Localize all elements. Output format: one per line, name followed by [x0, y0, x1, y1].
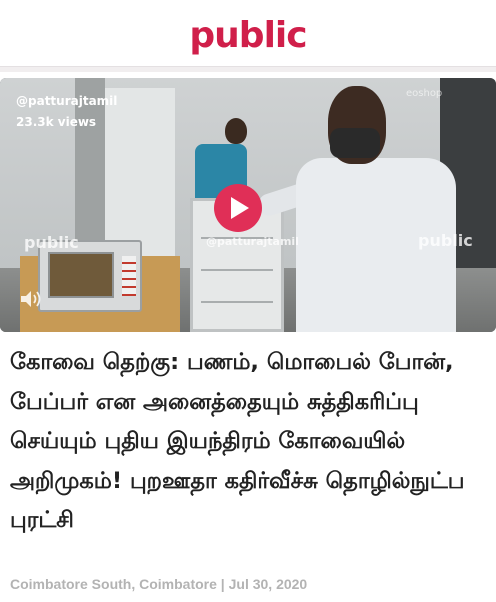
- article-date: Jul 30, 2020: [228, 576, 308, 592]
- watermark-center: @patturajtamil: [206, 235, 299, 248]
- play-icon: [231, 197, 249, 219]
- video-player[interactable]: eoshop public public @patturajtamil @pat…: [0, 78, 496, 332]
- watermark-right: public: [418, 231, 473, 250]
- article-headline[interactable]: கோவை தெற்கு: பணம், மொபைல் போன், பேப்பர் …: [10, 343, 488, 541]
- cabinet-rack: [201, 269, 273, 271]
- channel-handle: @patturajtamil: [16, 94, 118, 108]
- view-count: 23.3k views: [16, 115, 97, 129]
- app-header: public: [0, 0, 496, 66]
- public-logo[interactable]: public: [0, 10, 496, 60]
- meta-separator: |: [220, 576, 225, 592]
- cabinet-rack: [201, 301, 273, 303]
- watermark-left: public: [24, 233, 79, 252]
- article-meta: Coimbatore South, Coimbatore | Jul 30, 2…: [10, 576, 488, 592]
- machine-dial: [122, 256, 136, 296]
- machine-window: [48, 252, 114, 298]
- watermark-shop: eoshop: [406, 88, 443, 99]
- logo-text: public: [189, 14, 307, 56]
- play-button[interactable]: [214, 184, 262, 232]
- person-mask: [330, 128, 380, 158]
- thumbnail-person-foreground: [256, 86, 456, 332]
- header-divider: [0, 66, 496, 72]
- speaker-icon[interactable]: [20, 290, 42, 308]
- article-location[interactable]: Coimbatore South, Coimbatore: [10, 576, 217, 592]
- thumbnail-person-background: [195, 98, 247, 218]
- person-head: [225, 118, 247, 144]
